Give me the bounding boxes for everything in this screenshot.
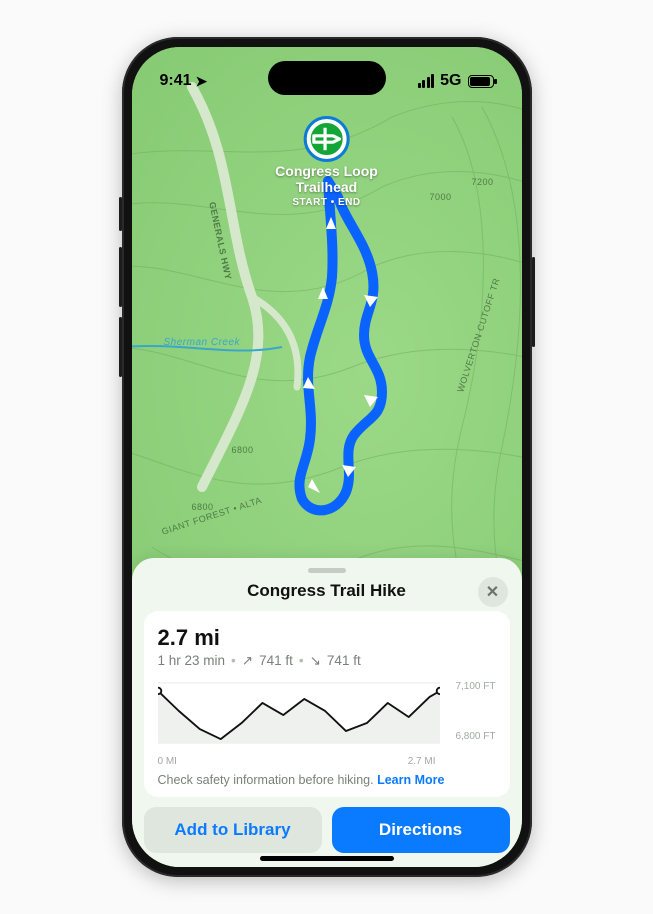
side-button [119,247,122,307]
hike-info-card: 2.7 mi 1 hr 23 min • ↗ 741 ft • ↘ 741 ft… [144,611,510,797]
sheet-title: Congress Trail Hike [247,581,406,601]
map-pin[interactable]: Congress Loop Trailhead START • END [275,119,378,208]
location-arrow-icon: ➤ [196,73,208,90]
safety-notice: Check safety information before hiking. … [158,773,496,787]
descent-value: 741 ft [327,653,361,669]
distance-value: 2.7 mi [158,625,496,651]
elevation-chart: 7,100 FT 6,800 FT 0 MI 2.7 MI [158,681,496,767]
network-label: 5G [440,72,461,90]
signpost-icon [306,119,346,159]
side-button [532,257,535,347]
sheet-grabber[interactable] [308,568,346,573]
battery-icon [468,75,494,88]
pin-subtitle: START • END [275,197,378,208]
directions-button[interactable]: Directions [332,807,510,853]
side-button [119,317,122,377]
bottom-sheet[interactable]: Congress Trail Hike ✕ 2.7 mi 1 hr 23 min… [132,558,522,867]
screen: 9:41 ➤ 5G [132,47,522,867]
duration-value: 1 hr 23 min [158,653,226,669]
descent-icon: ↘ [310,653,321,669]
close-button[interactable]: ✕ [478,577,508,607]
safety-text: Check safety information before hiking. [158,773,374,787]
hike-meta: 1 hr 23 min • ↗ 741 ft • ↘ 741 ft [158,653,496,669]
add-to-library-button[interactable]: Add to Library [144,807,322,853]
ascent-value: 741 ft [259,653,293,669]
dynamic-island [268,61,386,95]
chart-y-bottom: 6,800 FT [455,731,495,742]
close-icon: ✕ [486,582,499,602]
cellular-signal-icon [418,74,435,88]
learn-more-link[interactable]: Learn More [377,773,444,787]
status-time: 9:41 [160,72,192,90]
pin-title: Congress Loop Trailhead [275,163,378,195]
home-indicator[interactable] [260,856,394,861]
chart-y-top: 7,100 FT [455,681,495,692]
iphone-frame: 9:41 ➤ 5G [122,37,532,877]
chart-x-start: 0 MI [158,756,177,767]
ascent-icon: ↗ [242,653,253,669]
side-button [119,197,122,231]
chart-x-end: 2.7 MI [408,756,436,767]
